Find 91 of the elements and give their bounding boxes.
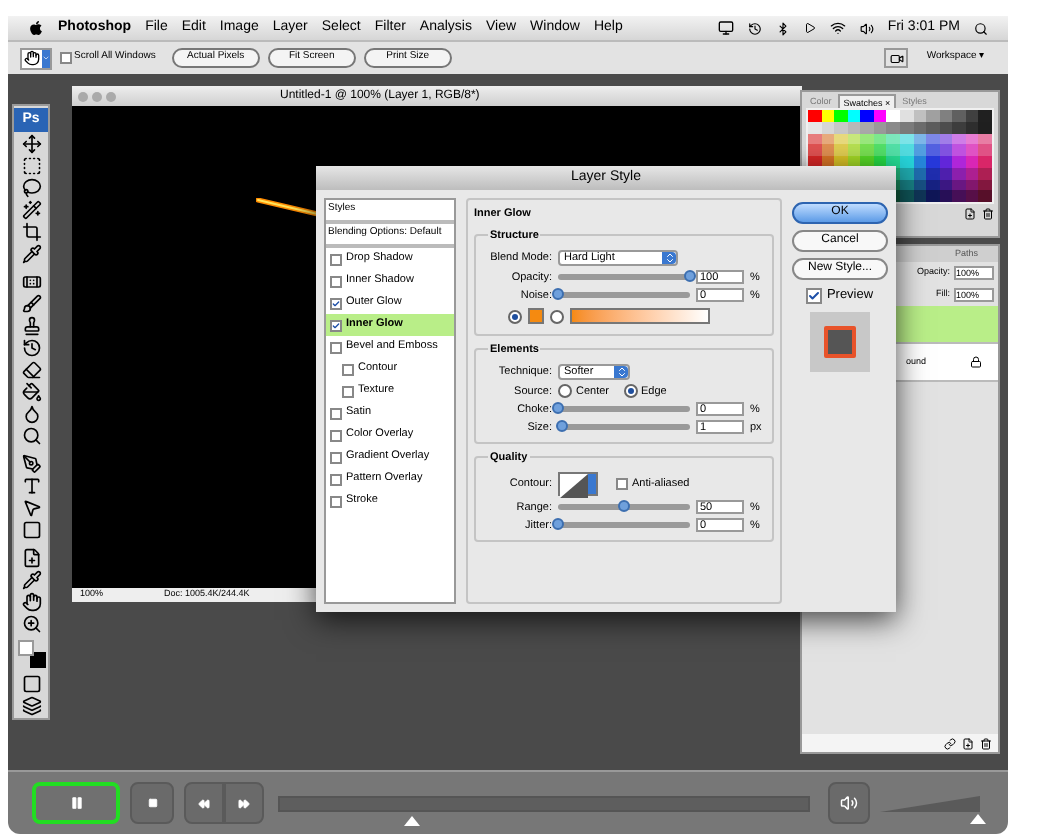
color-swatches-drawing[interactable]: [17, 640, 45, 668]
video-icon: [889, 51, 903, 65]
checkbox[interactable]: [330, 297, 342, 309]
checkbox[interactable]: [330, 451, 342, 463]
radio-button[interactable]: [508, 309, 522, 324]
bluetooth-icon[interactable]: [775, 21, 790, 35]
lasso-icon[interactable]: [21, 178, 41, 198]
link-icon[interactable]: [944, 737, 956, 749]
slider-thumb[interactable]: [618, 500, 630, 513]
checkbox[interactable]: [342, 363, 354, 375]
check-icon: [808, 289, 821, 302]
color-swatch[interactable]: [528, 308, 544, 325]
checkbox[interactable]: [330, 407, 342, 419]
crop-icon[interactable]: [21, 222, 41, 242]
volume-button[interactable]: [828, 782, 870, 824]
slider-thumb[interactable]: [552, 288, 564, 301]
play-pause-button[interactable]: [32, 782, 120, 824]
trash-icon[interactable]: [980, 737, 992, 749]
check-icon: [332, 299, 340, 307]
stop-button[interactable]: [130, 782, 174, 824]
slider-track[interactable]: [558, 504, 690, 511]
radio-button[interactable]: [550, 309, 564, 324]
volume-thumb[interactable]: [969, 813, 985, 823]
droplet-icon[interactable]: [21, 404, 41, 424]
rewind-icon: [198, 797, 210, 809]
stamp-icon[interactable]: [21, 316, 41, 336]
contour-curve-icon: [560, 474, 588, 499]
checkbox[interactable]: [342, 385, 354, 397]
paint-bucket-icon[interactable]: [21, 382, 41, 402]
rectangle-icon[interactable]: [21, 520, 41, 540]
slider-track[interactable]: [558, 292, 690, 299]
history-brush-icon[interactable]: [21, 338, 41, 358]
radio-button[interactable]: [623, 384, 638, 399]
eraser-icon[interactable]: [21, 360, 41, 380]
pen-icon[interactable]: [21, 454, 41, 474]
hand-icon[interactable]: [21, 592, 41, 612]
progress-thumb[interactable]: [404, 815, 420, 825]
slider-track[interactable]: [558, 522, 690, 529]
checkbox[interactable]: [330, 429, 342, 441]
slider-thumb[interactable]: [552, 402, 564, 415]
fast-forward-button[interactable]: [224, 782, 264, 824]
slider-track[interactable]: [558, 424, 690, 431]
mask-icon[interactable]: [21, 674, 41, 694]
checkbox[interactable]: [330, 253, 342, 265]
preview-thumbnail: [810, 311, 870, 372]
apple-icon[interactable]: [28, 20, 44, 36]
hand-icon: [24, 50, 40, 66]
note-icon[interactable]: [21, 548, 41, 568]
trash-icon[interactable]: [982, 208, 994, 220]
checkbox[interactable]: [806, 287, 823, 304]
zoom-icon[interactable]: [21, 614, 41, 634]
pointer-icon[interactable]: [21, 498, 41, 518]
clock-icon[interactable]: [747, 21, 762, 35]
contour-picker[interactable]: [558, 472, 598, 497]
screen-mode-button[interactable]: [884, 48, 908, 68]
type-icon[interactable]: [21, 476, 41, 496]
slider-thumb[interactable]: [684, 270, 696, 283]
slider-track[interactable]: [558, 274, 690, 281]
checkbox[interactable]: [330, 473, 342, 485]
move-icon[interactable]: [21, 134, 41, 154]
checkbox[interactable]: [330, 495, 342, 507]
rewind-button[interactable]: [184, 782, 224, 824]
volume-icon[interactable]: [859, 21, 874, 35]
check-icon: [332, 321, 340, 329]
checkbox[interactable]: [330, 341, 342, 353]
slider-track[interactable]: [558, 406, 690, 413]
tool-preset-picker[interactable]: [20, 47, 52, 69]
pause-icon: [69, 796, 83, 810]
new-swatch-icon[interactable]: [964, 208, 976, 220]
play-icon[interactable]: [803, 22, 816, 34]
monitor-icon[interactable]: [717, 20, 734, 36]
search-icon[interactable]: [974, 21, 988, 35]
new-layer-icon[interactable]: [962, 737, 974, 749]
volume-icon: [840, 794, 858, 812]
magic-wand-icon[interactable]: [21, 200, 41, 220]
gradient-picker[interactable]: [570, 308, 710, 325]
bandage-icon[interactable]: [21, 272, 41, 292]
checkbox[interactable]: [330, 319, 342, 331]
marquee-icon[interactable]: [21, 156, 41, 176]
slider-thumb[interactable]: [552, 518, 564, 531]
brush-icon[interactable]: [21, 294, 41, 314]
checkbox[interactable]: [330, 275, 342, 287]
stop-icon: [147, 798, 157, 808]
eyedropper-icon[interactable]: [21, 570, 41, 590]
slider-thumb[interactable]: [555, 420, 568, 433]
checkbox[interactable]: [616, 478, 628, 491]
checkbox[interactable]: [60, 52, 72, 64]
radio-button[interactable]: [558, 384, 572, 399]
fast-forward-icon: [238, 797, 250, 809]
eyedropper-icon[interactable]: [21, 244, 41, 264]
wifi-icon[interactable]: [829, 20, 846, 36]
